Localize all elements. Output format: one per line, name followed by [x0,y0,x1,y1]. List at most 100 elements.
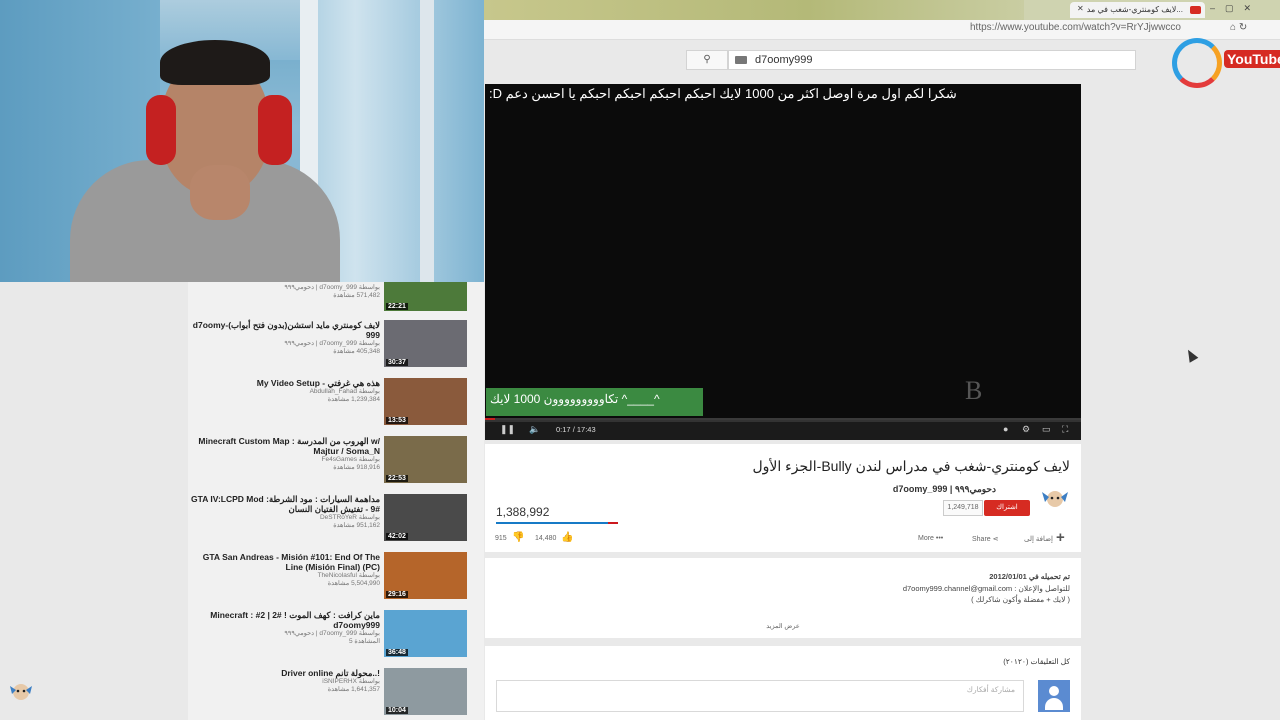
video-title: لايف كومنتري-شغب في مدراس لندن Bully-الج… [752,458,1070,474]
more-button[interactable]: More ••• [918,535,943,542]
related-video-thumbnail[interactable]: 10:04 [384,668,467,715]
search-button[interactable]: ⚲ [686,50,728,70]
webcam-person-hair [160,40,270,85]
related-video-thumbnail[interactable]: 13:53 [384,378,467,425]
related-video-item[interactable]: !..محولة تانم Driver online بواسطة iSNIPE… [188,668,484,718]
related-video-duration: 29:16 [386,591,408,598]
user-avatar-head [1049,686,1059,696]
channel-name[interactable]: d7oomy_999 | دحومي٩٩٩ [800,484,996,495]
video-player[interactable] [485,84,1081,440]
related-video-item[interactable]: بواسطة d7oomy_999 | دحومي٩٩٩ 571,482 مشاه… [188,282,484,314]
related-video-thumbnail[interactable]: 42:02 [384,494,467,541]
keyboard-icon[interactable] [735,56,747,64]
related-video-item[interactable]: هذه هي غرفتي - My Video Setup بواسطة Abdu… [188,378,484,428]
related-video-title[interactable]: GTA IV:LCPD Mod :مداهمة السيارات : مود ا… [188,494,380,514]
related-video-channel: بواسطة d7oomy_999 | دحومي٩٩٩ [284,284,380,291]
theater-mode-icon[interactable]: ▭ [1042,424,1051,435]
related-video-duration: 13:53 [386,417,408,424]
related-video-channel: بواسطة Fe4sGames [321,456,380,463]
related-video-item[interactable]: لايف كومنتري مايد استشن(بدون فتح أبواب)-… [188,320,484,370]
comment-input[interactable]: مشاركة أفكارك [496,680,1024,712]
related-video-thumbnail[interactable]: 30:37 [384,320,467,367]
video-watermark: B [965,376,983,405]
related-video-text: GTA IV:LCPD Mod :مداهمة السيارات : مود ا… [188,494,380,530]
headphone-left [146,95,176,165]
related-video-thumbnail[interactable]: 22:53 [384,436,467,483]
related-video-title[interactable]: !..محولة تانم Driver online [188,668,380,678]
tab-title: لايف كومنتري-شغب في مد... [1086,5,1183,14]
pause-icon[interactable]: ❚❚ [500,424,515,435]
youtube-favicon-icon [1190,6,1201,14]
related-video-thumbnail[interactable]: 36:48 [384,610,467,657]
related-video-text: Minecraft Custom Map : الهروب من المدرسة… [188,436,380,472]
related-video-views: 1,239,384 مشاهدة [327,396,380,403]
related-video-thumbnail[interactable]: 22:21 [384,282,467,311]
search-input[interactable]: d7oomy999 [728,50,1136,70]
like-icon[interactable]: 👍 [561,532,573,543]
window-controls[interactable]: –▢✕ [1210,3,1261,14]
share-label: Share [972,536,991,543]
related-video-views: 951,162 مشاهدة [333,522,380,529]
related-video-title[interactable]: Minecraft Custom Map : الهروب من المدرسة… [188,436,380,456]
related-video-thumbnail[interactable]: 29:16 [384,552,467,599]
related-video-duration: 10:04 [386,707,408,714]
related-video-item[interactable]: GTA San Andreas - Misión #101: End Of Th… [188,552,484,602]
related-video-duration: 22:21 [386,303,408,310]
related-video-views: 918,916 مشاهدة [333,464,380,471]
user-avatar-body [1045,698,1063,710]
dislike-icon[interactable]: 👎 [512,532,524,543]
subscribe-button[interactable]: اشتراك [984,500,1030,516]
related-video-channel: بواسطة d7oomy_999 | دحومي٩٩٩ [284,630,380,637]
related-video-channel: بواسطة d7oomy_999 | دحومي٩٩٩ [284,340,380,347]
dislikes-ratio-bar [608,522,618,524]
add-to-label[interactable]: إضافة إلى [1024,535,1053,543]
related-video-item[interactable]: Minecraft Custom Map : الهروب من المدرسة… [188,436,484,486]
user-avatar [1038,680,1070,712]
subscriber-count: 1,249,718 [943,500,983,516]
webcam-door-frame-right [420,0,434,282]
related-videos-list: بواسطة d7oomy_999 | دحومي٩٩٩ 571,482 مشاه… [188,282,484,720]
related-video-title[interactable]: هذه هي غرفتي - My Video Setup [188,378,380,388]
related-video-title[interactable]: ماين كرافت : كهف الموت ! #2 | Minecraft … [188,610,380,630]
description-line-1: للتواصل والإعلان : d7oomy999.channel@gma… [902,584,1070,593]
video-annotation[interactable]: تكاووووووووون 1000 لايك ^____^ [486,388,703,416]
url-text[interactable]: https://www.youtube.com/watch?v=RrYJjwwc… [970,22,1181,33]
related-video-item[interactable]: GTA IV:LCPD Mod :مداهمة السيارات : مود ا… [188,494,484,544]
browser-tab[interactable]: لايف كومنتري-شغب في مد... [1070,2,1205,18]
logo-ring-icon [1172,38,1222,88]
publish-date: تم تحميله في 2012/01/01 [989,572,1070,581]
related-video-title[interactable]: لايف كومنتري مايد استشن(بدون فتح أبواب)-… [188,320,380,340]
desktop-wallpaper [484,0,1024,20]
tab-close-icon[interactable]: ✕ [1077,4,1084,13]
related-video-title[interactable]: GTA San Andreas - Misión #101: End Of Th… [188,552,380,572]
duration: 17:43 [576,425,596,434]
annotations-icon[interactable]: ● [1003,424,1008,434]
share-button[interactable]: Share ⋖ [972,535,999,543]
corner-logo-icon [10,684,32,700]
related-video-text: هذه هي غرفتي - My Video Setup بواسطة Abdu… [188,378,380,404]
related-video-text: !..محولة تانم Driver online بواسطة iSNIPE… [188,668,380,694]
home-icon[interactable]: ⌂ ↻ [1230,22,1247,33]
show-more-button[interactable]: عرض المزيد [485,622,1081,630]
related-video-views: 5,504,990 مشاهدة [327,580,380,587]
add-to-icon[interactable]: + [1056,529,1065,546]
volume-icon[interactable]: 🔈 [529,424,540,435]
related-video-duration: 22:53 [386,475,408,482]
related-video-duration: 30:37 [386,359,408,366]
related-video-text: GTA San Andreas - Misión #101: End Of Th… [188,552,380,588]
view-count: 1,388,992 [496,505,550,519]
related-video-views: 571,482 مشاهدة [333,292,380,299]
headphone-right [258,95,292,165]
related-video-item[interactable]: ماين كرافت : كهف الموت ! #2 | Minecraft … [188,610,484,660]
logo-word: YouTube [1224,50,1280,68]
related-video-channel: بواسطة DeSTRoYeR [319,514,380,521]
related-video-duration: 42:02 [386,533,408,540]
subscribe-label: اشتراك [996,504,1018,511]
dislike-count: 915 [495,535,507,542]
fullscreen-icon[interactable]: ⛶ [1062,424,1068,435]
settings-gear-icon[interactable]: ⚙ [1022,424,1030,435]
time-display: 0:17 / 17:43 [556,425,596,434]
youtube-logo[interactable]: YouTube [1172,38,1280,90]
channel-avatar[interactable] [1040,486,1070,510]
related-video-channel: بواسطة TheNicolasful [317,572,380,579]
